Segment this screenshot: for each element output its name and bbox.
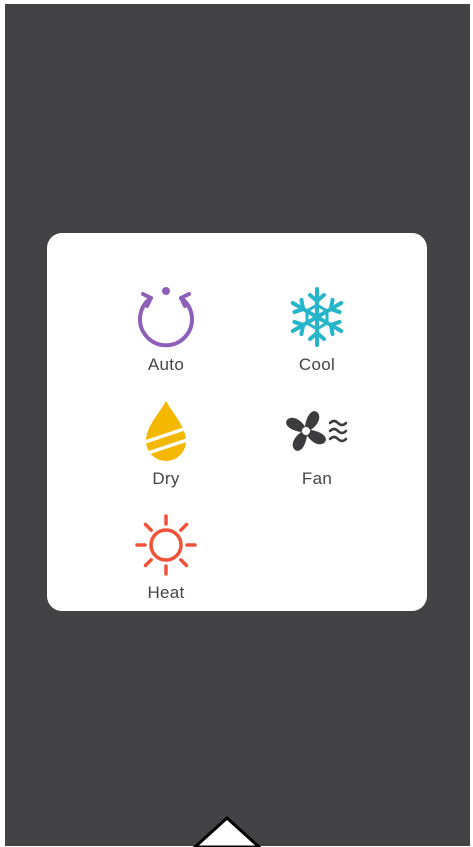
mode-label-auto: Auto <box>147 355 185 374</box>
snowflake-icon <box>290 287 344 347</box>
mode-option-auto[interactable]: Auto <box>111 285 221 380</box>
mode-label-dry: Dry <box>152 469 180 488</box>
mode-option-dry[interactable]: Dry <box>111 399 221 494</box>
mode-option-heat[interactable]: Heat <box>111 513 221 608</box>
auto-cycle-icon <box>138 287 194 348</box>
water-drop-icon <box>146 401 186 461</box>
mode-label-heat: Heat <box>147 583 185 602</box>
mode-option-fan[interactable]: Fan <box>262 399 372 494</box>
mode-selector-popup: Auto Cool Dry Fan Heat <box>47 233 427 611</box>
mode-label-fan: Fan <box>301 469 333 488</box>
fan-icon <box>286 411 348 451</box>
sun-icon <box>135 514 197 576</box>
popup-anchor-pointer <box>193 815 261 847</box>
mode-option-cool[interactable]: Cool <box>262 285 372 380</box>
mode-label-cool: Cool <box>298 355 336 374</box>
